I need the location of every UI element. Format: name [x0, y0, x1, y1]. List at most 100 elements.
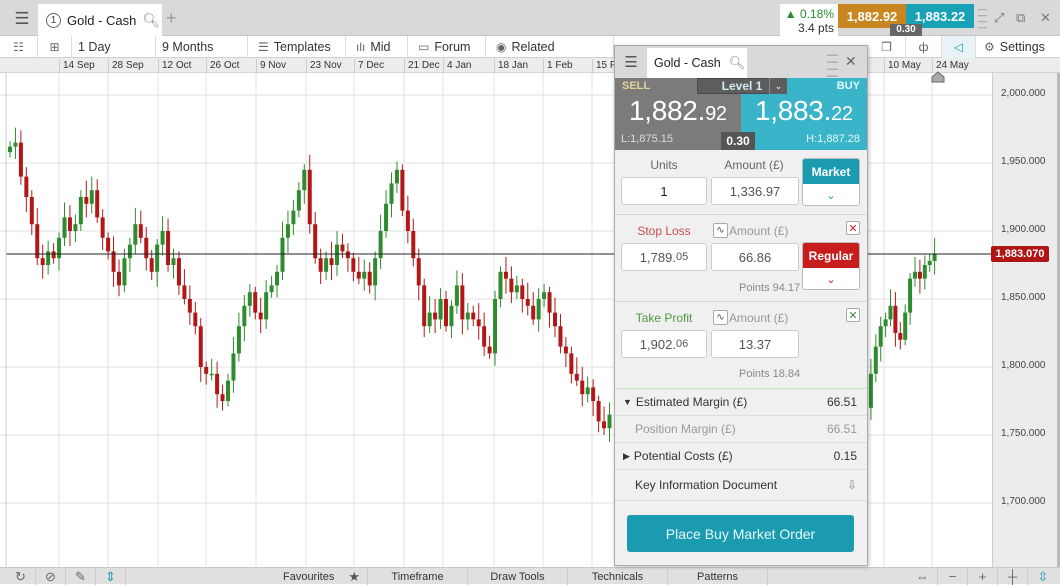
- price-tick-label: 1,800.000: [1001, 360, 1046, 371]
- draw-button[interactable]: ✎: [66, 568, 96, 585]
- buy-label: BUY: [836, 80, 860, 92]
- take-profit-price-input[interactable]: 1,902. 06: [621, 330, 707, 358]
- place-order-button[interactable]: Place Buy Market Order: [627, 515, 854, 552]
- autoscale-button[interactable]: ⇕: [96, 568, 126, 585]
- date-marker-icon[interactable]: [931, 71, 945, 83]
- price-tick-label: 1,850.000: [1001, 292, 1046, 303]
- eye-icon: ◉: [496, 40, 507, 54]
- price-type-button[interactable]: ılı Mid: [346, 36, 408, 58]
- layout-button[interactable]: ⊞: [38, 36, 72, 58]
- candle-body: [493, 299, 498, 354]
- candle-body: [57, 237, 62, 259]
- level-dropdown-button[interactable]: ⌄: [769, 78, 787, 94]
- candle-body: [193, 312, 198, 327]
- search-icon[interactable]: 🔍︎: [142, 12, 160, 29]
- gear-icon: ⚙: [984, 40, 995, 54]
- minus-icon: −: [948, 569, 957, 584]
- main-menu-button[interactable]: ☰: [6, 6, 38, 32]
- pan-button[interactable]: ⇔: [908, 568, 938, 585]
- price-tick-label: 1,900.000: [1001, 224, 1046, 235]
- range-select[interactable]: 9 Months: [156, 36, 248, 58]
- estimated-margin-row[interactable]: ▼ Estimated Margin (£) 66.51: [615, 389, 867, 416]
- stop-loss-remove-button[interactable]: ✕: [846, 221, 860, 235]
- candle-type-button[interactable]: ф: [906, 36, 942, 58]
- candle-body: [318, 258, 323, 272]
- candle-body: [166, 231, 171, 265]
- forum-button[interactable]: ▭ Forum: [408, 36, 486, 58]
- favourites-tab[interactable]: Favourites ★: [266, 568, 368, 585]
- trailing-stop-toggle[interactable]: ∿: [713, 223, 728, 238]
- stacked-windows-button[interactable]: ❐: [868, 36, 906, 58]
- stop-loss-amount-label: Amount (£): [729, 224, 789, 238]
- zoom-out-button[interactable]: −: [938, 568, 968, 585]
- candle-body: [351, 258, 356, 272]
- candle-body: [40, 258, 45, 265]
- tp-mode-toggle[interactable]: ∿: [713, 310, 728, 325]
- draw-tools-tab[interactable]: Draw Tools: [468, 568, 568, 585]
- candle-body: [373, 258, 378, 286]
- candle-body: [580, 380, 585, 395]
- take-profit-price-pips: 06: [675, 338, 689, 350]
- timeframe-tab[interactable]: Timeframe: [368, 568, 468, 585]
- list-view-button[interactable]: ☷: [0, 36, 38, 58]
- key-information-row[interactable]: Key Information Document ⇩: [615, 470, 867, 501]
- stop-loss-amount-input[interactable]: 66.86: [711, 243, 799, 271]
- candle-body: [182, 285, 187, 299]
- interval-select[interactable]: 1 Day: [72, 36, 156, 58]
- search-icon[interactable]: 🔍︎: [729, 55, 746, 71]
- date-tick-label: 9 Nov: [256, 59, 286, 73]
- drag-handle-icon[interactable]: — — — —: [978, 5, 987, 32]
- take-profit-amount-input[interactable]: 13.37: [711, 330, 799, 358]
- candle-body: [95, 190, 100, 218]
- order-type-select[interactable]: Market ⌄: [802, 158, 860, 206]
- date-tick-label: 10 May: [884, 59, 921, 73]
- position-margin-value: 66.51: [826, 422, 857, 436]
- technicals-tab[interactable]: Technicals: [568, 568, 668, 585]
- drag-handle-icon[interactable]: — — — —: [827, 50, 838, 82]
- templates-button[interactable]: ☰ Templates: [248, 36, 346, 58]
- crosshair-button[interactable]: ┼: [998, 568, 1028, 585]
- timeframe-label: Timeframe: [391, 570, 444, 583]
- date-tick-label: 23 Nov: [306, 59, 342, 73]
- related-button[interactable]: ◉ Related: [486, 36, 614, 58]
- expand-icon[interactable]: ⤢: [994, 10, 1004, 26]
- ticket-menu-button[interactable]: ☰: [615, 46, 647, 78]
- candle-body: [204, 367, 209, 374]
- stop-type-select[interactable]: Regular ⌄: [802, 242, 860, 290]
- ticket-close-button[interactable]: ✕: [845, 53, 857, 70]
- settings-button[interactable]: ⚙ Settings: [976, 36, 1060, 58]
- take-profit-remove-button[interactable]: ✕: [846, 308, 860, 322]
- add-tab-button[interactable]: +: [166, 8, 177, 29]
- chevron-down-icon: ⌄: [826, 273, 836, 286]
- cancel-button[interactable]: ⊘: [36, 568, 66, 585]
- forum-label: Forum: [434, 40, 471, 54]
- price-axis[interactable]: 1,883.070 2,000.000 1,950.000 1,900.000 1,8…: [991, 73, 1060, 567]
- candle-body: [89, 190, 94, 204]
- candle-body: [476, 319, 481, 327]
- candle-body: [422, 285, 427, 327]
- change-percent: ▲ 0.18%: [784, 7, 834, 21]
- fit-button[interactable]: ⇳: [1028, 568, 1058, 585]
- refresh-button[interactable]: ↻: [6, 568, 36, 585]
- candle-body: [176, 258, 181, 286]
- take-profit-points: Points 18.84: [739, 368, 801, 380]
- stop-loss-price-input[interactable]: 1,789. 05: [621, 243, 707, 271]
- potential-costs-row[interactable]: ▶ Potential Costs (£) 0.15: [615, 443, 867, 470]
- candle-body: [29, 197, 34, 225]
- popout-icon[interactable]: ⧉: [1016, 10, 1025, 26]
- sliders-icon: ☰: [258, 40, 269, 54]
- stop-type-label: Regular: [803, 243, 859, 268]
- patterns-tab[interactable]: Patterns: [668, 568, 768, 585]
- label-tool-button[interactable]: ◁: [942, 36, 976, 58]
- price-tick-label: 2,000.000: [1001, 88, 1046, 99]
- candle-body: [46, 251, 51, 265]
- candle-body: [171, 258, 176, 265]
- amount-input[interactable]: 1,336.97: [711, 177, 799, 205]
- units-input[interactable]: 1: [621, 177, 707, 205]
- candle-body: [433, 312, 438, 320]
- tab-gold-cash[interactable]: 1 Gold - Cash 🔍︎: [38, 4, 162, 36]
- zoom-in-button[interactable]: +: [968, 568, 998, 585]
- close-icon[interactable]: ✕: [1040, 10, 1051, 26]
- ticket-instrument-tab[interactable]: Gold - Cash 🔍︎: [647, 48, 747, 78]
- download-icon[interactable]: ⇩: [847, 478, 857, 492]
